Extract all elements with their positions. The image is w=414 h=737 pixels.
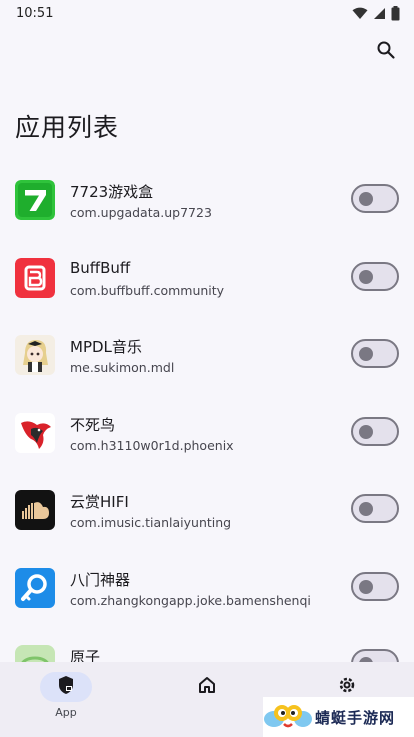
toggle-knob (359, 579, 373, 594)
status-time: 10:51 (16, 5, 54, 21)
nav-active-indicator (40, 672, 92, 702)
app-toggle[interactable] (351, 571, 399, 601)
app-name: 云赏HIFI (70, 493, 129, 511)
shield-lock-icon (57, 675, 75, 699)
status-bar: 10:51 (0, 0, 414, 26)
app-list: 7723游戏盒 com.upgadata.up7723 BuffBuff com… (0, 162, 414, 705)
mpdl-icon (15, 335, 55, 375)
toggle-knob (359, 424, 373, 439)
app-name: 7723游戏盒 (70, 183, 154, 201)
toggle-knob (359, 347, 373, 361)
bamen-icon (15, 567, 55, 608)
dragonfly-logo (263, 697, 313, 737)
app-row[interactable]: BuffBuff com.buffbuff.community (0, 240, 414, 318)
settings-icon (337, 675, 357, 699)
app-package: com.imusic.tianlaiyunting (70, 515, 232, 530)
nav-label-app: App (55, 706, 77, 719)
app-name: 不死鸟 (70, 415, 116, 434)
app-name: MPDL音乐 (70, 338, 142, 356)
watermark-text: 蜻蜓手游网 (315, 708, 396, 727)
app-name: BuffBuff (70, 258, 131, 277)
wifi-icon (352, 7, 368, 20)
nav-item-app[interactable]: App (16, 672, 116, 732)
home-icon (198, 676, 216, 698)
top-app-bar (0, 26, 414, 78)
app-package: com.buffbuff.community (70, 282, 225, 298)
toggle-knob (359, 192, 373, 206)
search-button[interactable] (372, 38, 400, 66)
status-icons (352, 5, 400, 21)
app-row[interactable]: 八门神器 com.zhangkongapp.joke.bamenshenqi (0, 550, 414, 628)
app-toggle[interactable] (351, 339, 399, 368)
nav-pill (181, 672, 233, 702)
app-toggle[interactable] (351, 184, 399, 213)
nav-item-home[interactable] (157, 672, 257, 732)
buffbuff-icon (15, 257, 55, 298)
app-toggle[interactable] (351, 416, 399, 446)
app-row[interactable]: MPDL音乐 me.sukimon.mdl (0, 317, 414, 395)
app-package: com.h3110w0r1d.phoenix (70, 437, 234, 453)
app-toggle[interactable] (351, 261, 399, 291)
watermark: 蜻蜓手游网 (263, 697, 414, 737)
app-package: me.sukimon.mdl (70, 360, 175, 375)
app-toggle[interactable] (351, 494, 399, 523)
app-row[interactable]: 7723游戏盒 com.upgadata.up7723 (0, 162, 414, 240)
search-icon (376, 40, 396, 64)
app-package: com.upgadata.up7723 (70, 205, 212, 220)
signal-icon (373, 7, 386, 20)
7723-icon (15, 180, 55, 220)
toggle-knob (359, 269, 373, 284)
yunshang-icon (15, 490, 55, 530)
app-row[interactable]: 不死鸟 com.h3110w0r1d.phoenix (0, 395, 414, 473)
page-title: 应用列表 (15, 113, 120, 142)
toggle-knob (359, 502, 373, 516)
battery-icon (391, 5, 400, 21)
app-name: 八门神器 (70, 570, 131, 589)
app-row[interactable]: 云赏HIFI com.imusic.tianlaiyunting (0, 472, 414, 550)
phoenix-icon (15, 412, 55, 453)
app-package: com.zhangkongapp.joke.bamenshenqi (70, 592, 311, 608)
